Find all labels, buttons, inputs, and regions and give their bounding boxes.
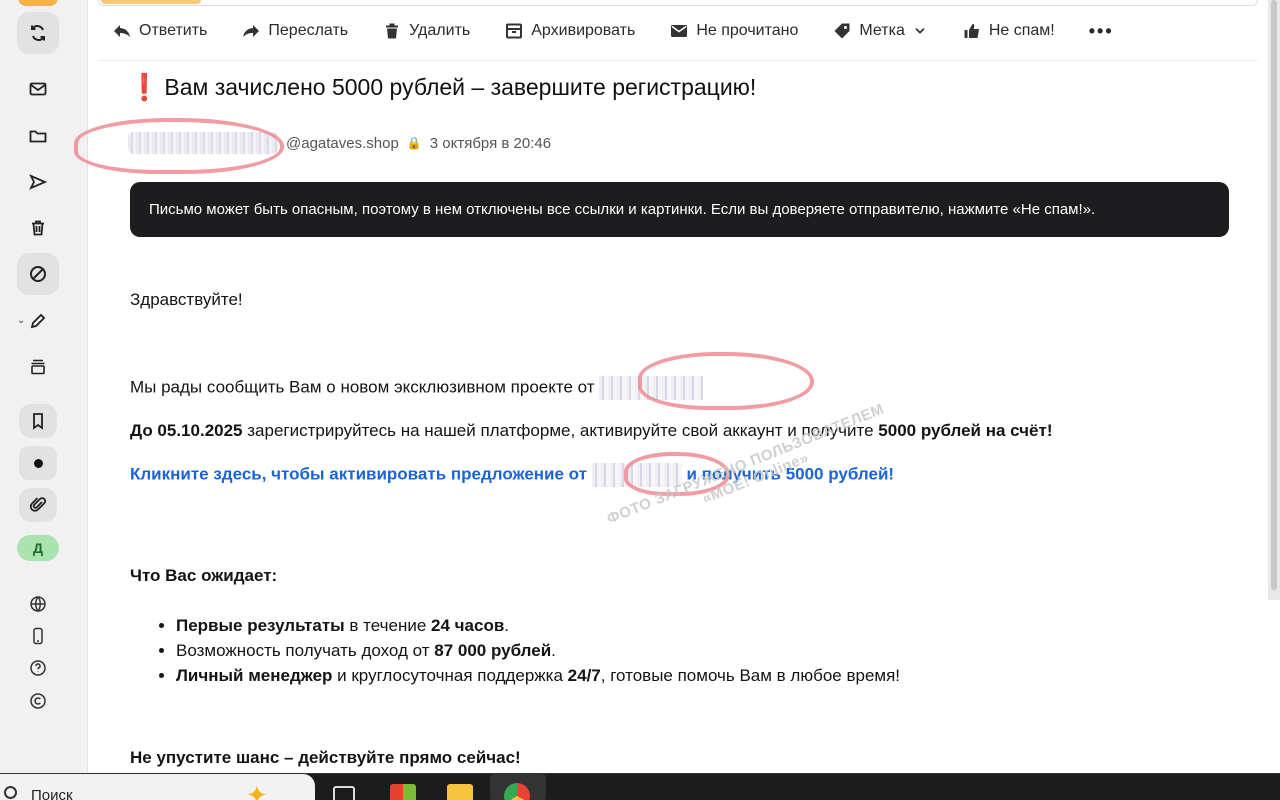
label-button[interactable]: Метка: [832, 21, 927, 41]
redaction-scribble: [74, 118, 284, 174]
delete-label: Удалить: [409, 22, 471, 39]
list-item-text: в течение: [344, 616, 432, 635]
scrollbar-thumb[interactable]: [1271, 0, 1277, 590]
left-rail: ⌄ Д: [0, 0, 88, 773]
mail-icon[interactable]: [17, 68, 59, 110]
send-icon[interactable]: [17, 161, 59, 203]
list-item-text: и круглосуточная поддержка: [332, 666, 568, 685]
forward-label: Переслать: [268, 22, 349, 39]
deadline-amount: 5000 рублей на счёт!: [878, 421, 1053, 440]
forward-button[interactable]: Переслать: [241, 21, 348, 41]
folder-icon[interactable]: [17, 115, 59, 157]
archive-icon: [506, 23, 523, 39]
not-spam-label: Не спам!: [988, 22, 1055, 39]
deadline-text: зарегистрируйтесь на нашей платформе, ак…: [242, 421, 879, 440]
archive-icon[interactable]: [17, 346, 59, 388]
previous-panel-edge: [98, 0, 1258, 6]
greeting: Здравствуйте!: [130, 290, 243, 309]
list-item: Первые результаты в течение 24 часов.: [176, 613, 900, 638]
tag-icon: [834, 23, 850, 39]
list-item-text: Возможность получать доход от: [176, 641, 435, 660]
reply-icon: [114, 25, 130, 37]
subject-text: Вам зачислено 5000 рублей – завершите ре…: [164, 74, 757, 100]
list-item-bold: Личный менеджер: [176, 666, 333, 685]
list-item-bold: 87 000 рублей: [434, 641, 552, 660]
list-item: Личный менеджер и круглосуточная поддерж…: [176, 663, 900, 688]
list-item-bold: 24 часов: [431, 616, 505, 635]
taskbar: Поиск ✦: [0, 773, 1280, 800]
forward-icon: [243, 25, 260, 37]
task-view-icon[interactable]: [333, 786, 355, 800]
delete-button[interactable]: Удалить: [382, 21, 470, 41]
more-icon: •••: [1088, 20, 1114, 41]
link-text-start: Кликните здесь, чтобы активировать предл…: [130, 464, 587, 484]
pencil-icon[interactable]: [17, 300, 59, 342]
benefits-list: Первые результаты в течение 24 часов. Во…: [154, 613, 900, 688]
more-button[interactable]: •••: [1089, 21, 1114, 42]
deadline-paragraph: До 05.10.2025 зарегистрируйтесь на нашей…: [130, 421, 1053, 441]
closing-text: Не упустите шанс – действуйте прямо сейч…: [130, 748, 521, 767]
list-item-text: .: [551, 641, 556, 660]
chrome-taskbar-button[interactable]: [490, 774, 546, 800]
search-icon: [4, 786, 17, 799]
avatar[interactable]: Д: [17, 535, 59, 561]
trash-icon: [386, 23, 399, 39]
taskbar-search-label: Поиск: [31, 787, 73, 800]
reply-button[interactable]: Ответить: [112, 21, 207, 41]
archive-button[interactable]: Архивировать: [504, 21, 635, 41]
spam-warning-banner: Письмо может быть опасным, поэтому в нем…: [130, 182, 1229, 237]
taskbar-search[interactable]: Поиск ✦: [0, 774, 315, 800]
list-item-bold: 24/7: [567, 666, 601, 685]
message-date: 3 октября в 20:46: [429, 134, 552, 152]
copyright-icon[interactable]: [17, 680, 59, 722]
spam-icon[interactable]: [17, 253, 59, 295]
mark-unread-label: Не прочитано: [696, 22, 799, 39]
chrome-icon: [504, 783, 530, 800]
toolbar-divider: [98, 60, 1258, 61]
refresh-icon[interactable]: [17, 12, 59, 54]
message-toolbar: Ответить Переслать Удалить Архивировать …: [112, 12, 1148, 50]
expect-title: Что Вас ожидает:: [130, 566, 277, 586]
redaction-scribble: [638, 352, 814, 410]
thumbs-up-icon: [964, 24, 979, 38]
deadline-date: До 05.10.2025: [130, 421, 243, 440]
intro-paragraph: Мы рады сообщить Вам о новом эксклюзивно…: [130, 376, 704, 400]
compose-button-stub[interactable]: [18, 0, 58, 6]
scrollbar[interactable]: [1268, 0, 1280, 600]
reply-label: Ответить: [139, 22, 208, 39]
not-spam-button[interactable]: Не спам!: [962, 21, 1055, 41]
closing-line: Не упустите шанс – действуйте прямо сейч…: [130, 748, 521, 768]
chevron-down-icon: [915, 27, 925, 34]
envelope-icon: [671, 25, 688, 37]
list-item-bold: Первые результаты: [176, 616, 345, 635]
file-explorer-icon[interactable]: [447, 784, 473, 800]
list-item-text: .: [504, 616, 510, 635]
dot-icon[interactable]: [19, 446, 57, 480]
copilot-icon[interactable]: ✦: [246, 780, 268, 800]
mail-window: ⌄ Д Ответить Переслать Удалить Архивиров…: [0, 0, 1280, 773]
store-icon[interactable]: [390, 784, 416, 800]
exclamation-icon: ❗: [128, 72, 161, 102]
archive-label: Архивировать: [531, 22, 636, 39]
expect-title-text: Что Вас ожидает:: [130, 566, 278, 585]
list-item: Возможность получать доход от 87 000 руб…: [176, 638, 900, 663]
intro-text: Мы рады сообщить Вам о новом эксклюзивно…: [130, 377, 595, 397]
sender-domain[interactable]: @agataves.shop: [286, 135, 399, 152]
message-subject: ❗ Вам зачислено 5000 рублей – завершите …: [128, 72, 756, 103]
mark-unread-button[interactable]: Не прочитано: [669, 21, 798, 41]
bookmark-icon[interactable]: [19, 404, 57, 438]
label-label: Метка: [859, 22, 905, 39]
attachment-icon[interactable]: [19, 488, 57, 522]
warning-text: Письмо может быть опасным, поэтому в нем…: [149, 201, 1096, 218]
trash-icon[interactable]: [17, 207, 59, 249]
list-item-text: , готовые помочь Вам в любое время!: [600, 666, 901, 685]
lock-icon: 🔒: [406, 136, 422, 150]
